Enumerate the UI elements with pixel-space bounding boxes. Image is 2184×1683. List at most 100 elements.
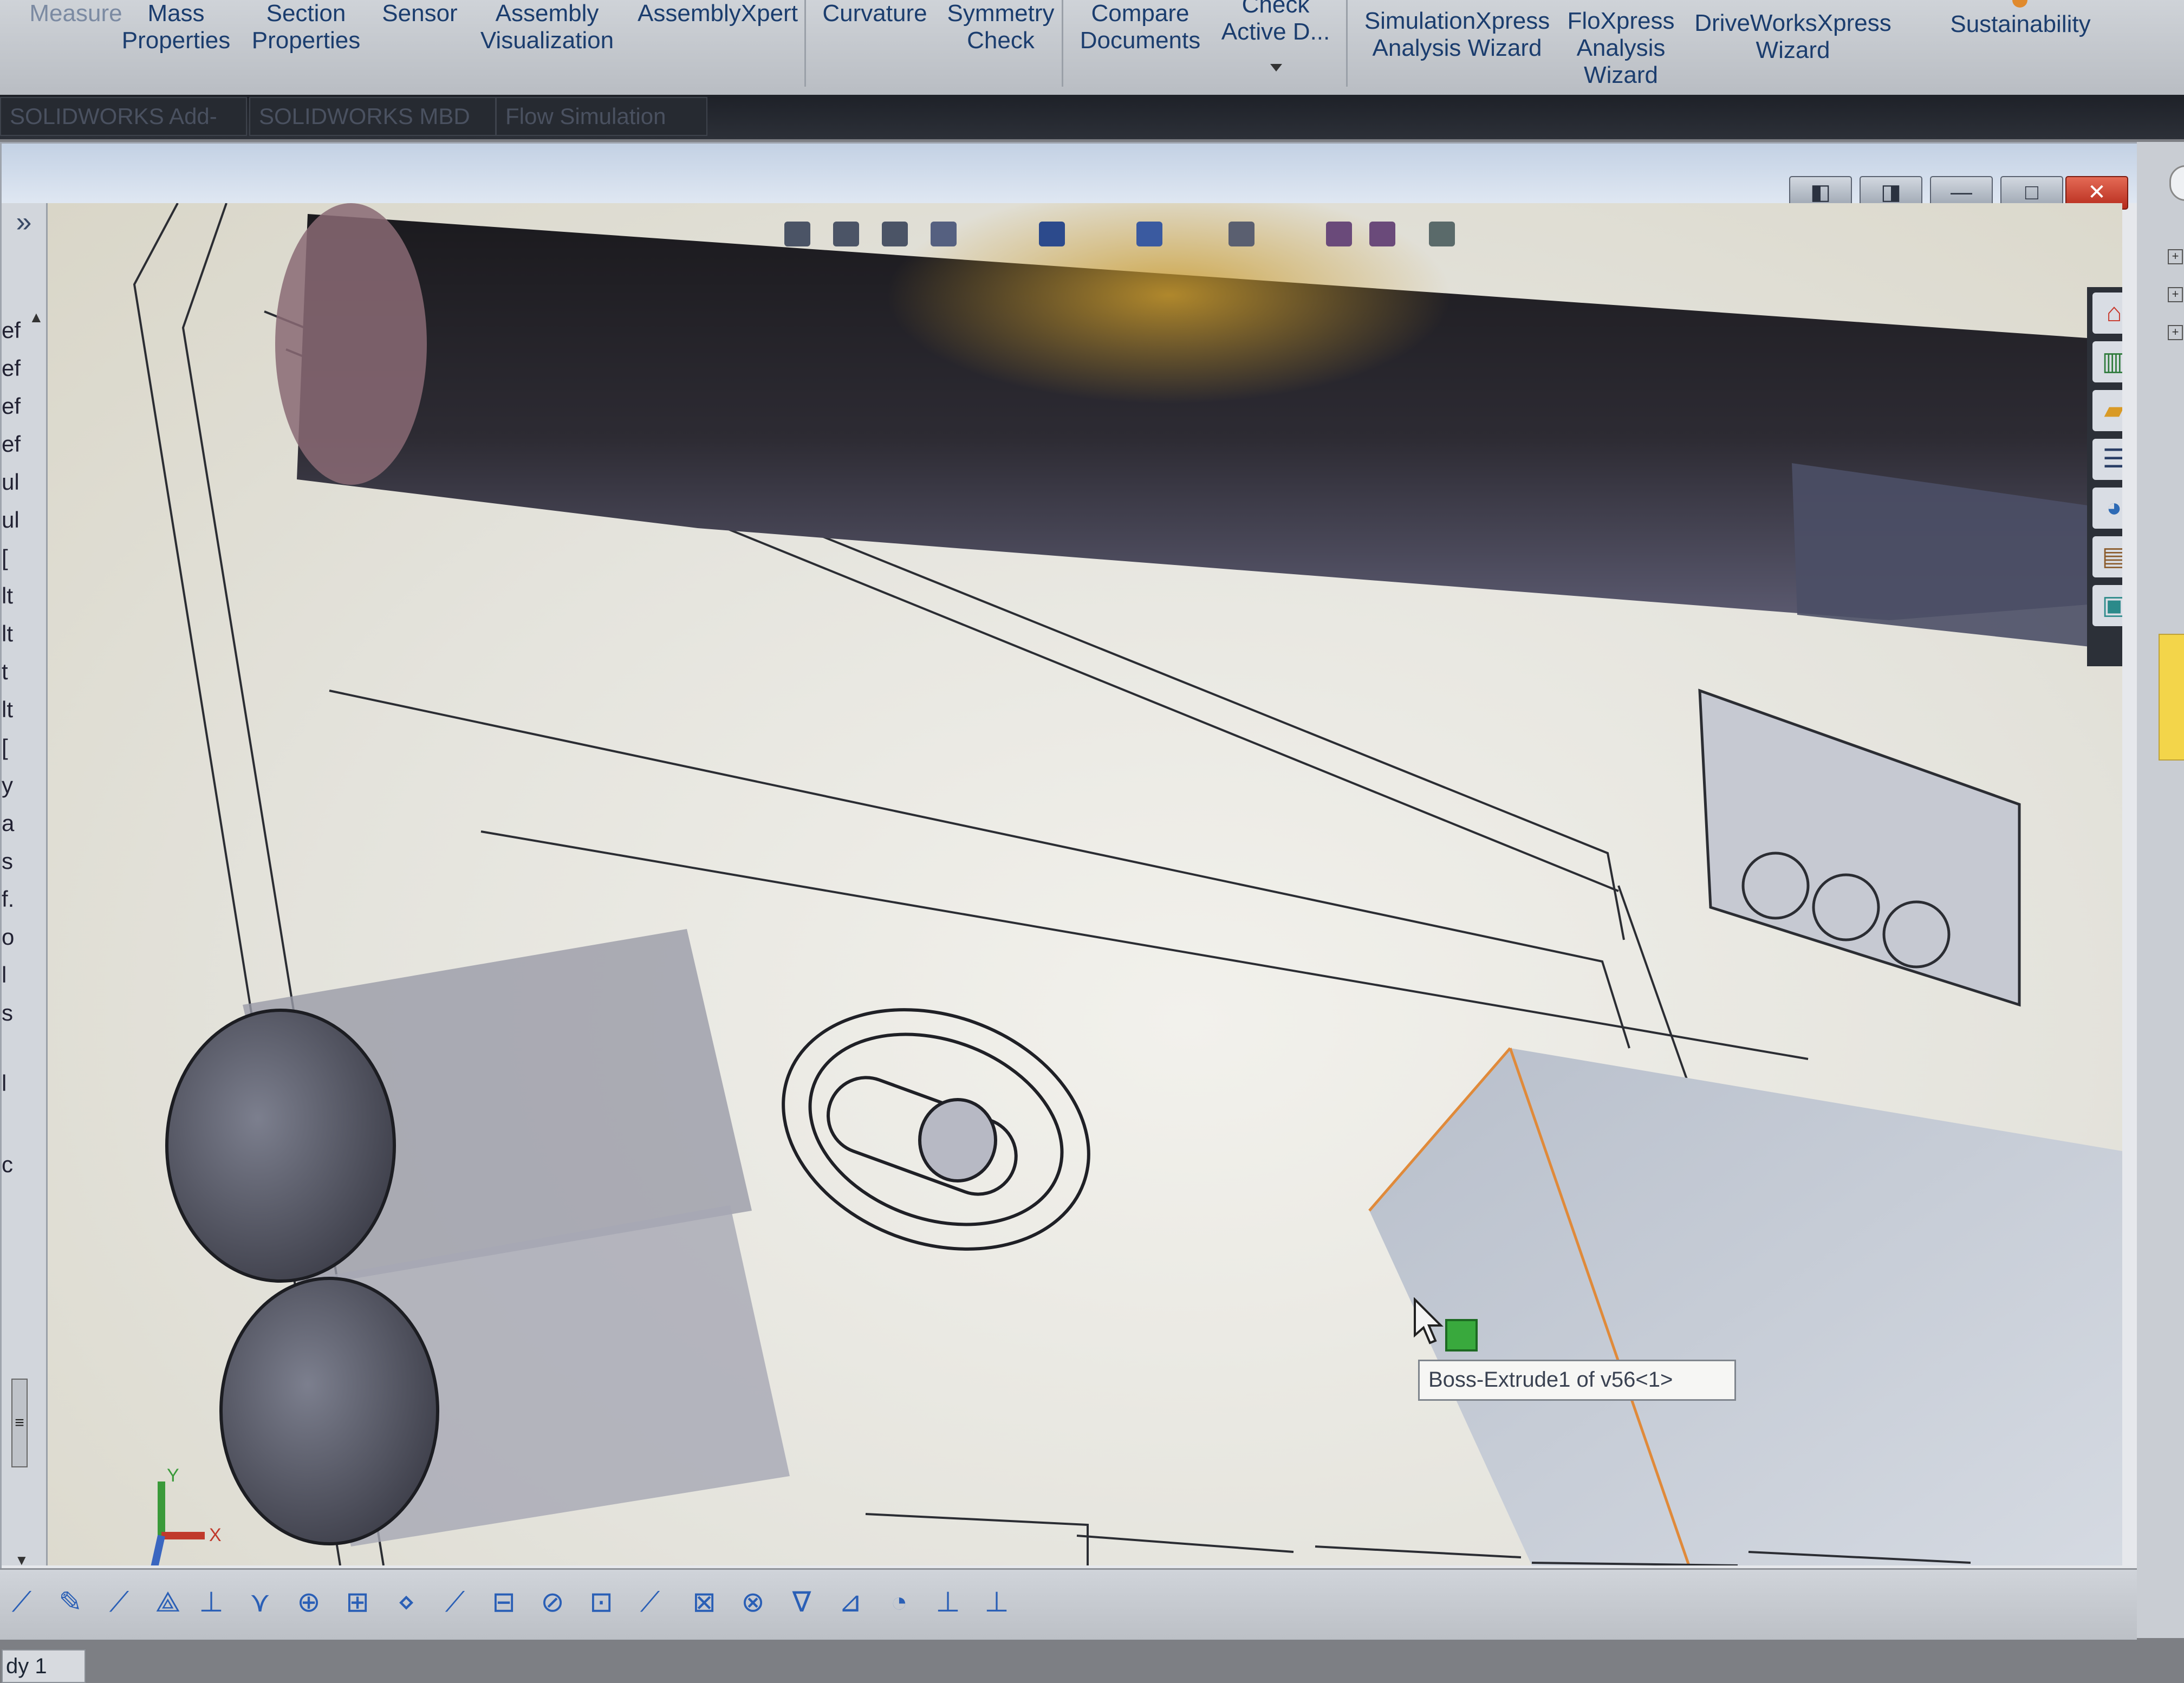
tree-item[interactable]: y [2,766,23,804]
view-orientation-icon[interactable] [1039,222,1065,246]
tool-icon[interactable]: ⊟ [487,1586,520,1619]
tool-icon[interactable]: ⊡ [585,1586,618,1619]
tab-flow-simulation[interactable]: Flow Simulation [496,97,707,136]
tree-item[interactable]: lt [2,577,23,615]
resources-icon[interactable]: ▥ [2092,341,2122,382]
tool-icon[interactable]: ⊠ [688,1586,720,1619]
feature-manager-panel: » ▲ ef ef ef ef ul ul [ lt lt t lt [ y a… [2,203,48,1568]
file-explorer-icon[interactable]: ☰ [2092,439,2122,480]
scroll-up-icon[interactable]: ▲ [29,309,44,326]
tree-item[interactable]: s [2,842,23,880]
tool-icon[interactable]: ⟋ [103,1586,135,1619]
selection-marker [1445,1319,1478,1351]
check-active-document-button[interactable]: Check Active D... [1213,0,1338,46]
tree-item[interactable]: f. [2,880,23,918]
scroll-down-icon[interactable]: ▼ [15,1552,29,1569]
tool-icon[interactable]: ⟋ [634,1586,666,1619]
expand-icon[interactable]: + [2168,325,2183,340]
driveworksxpress-button[interactable]: DriveWorksXpress Wizard [1685,10,1901,64]
tree-item[interactable]: o [2,918,23,956]
folder-icon[interactable]: ▰ [2092,390,2122,431]
previous-view-icon[interactable] [882,222,908,246]
tree-item[interactable]: l [2,1064,23,1102]
oval-slot-part[interactable] [750,969,1123,1290]
compare-documents-button[interactable]: Compare Documents [1070,0,1211,54]
display-style-icon[interactable] [1136,222,1162,246]
tree-item[interactable]: [ [2,539,23,577]
ribbon-separator [804,0,806,87]
tree-item[interactable]: a [2,804,23,842]
expand-icon[interactable]: + [2168,287,2183,302]
tree-item[interactable]: s [2,994,23,1032]
tool-icon[interactable]: ⊥ [932,1586,964,1619]
tree-item[interactable]: t [2,653,23,691]
command-manager-tabs: SOLIDWORKS Add-Ins SOLIDWORKS MBD Flow S… [0,95,2184,166]
plate-part[interactable] [1369,1048,2122,1565]
assemblyxpert-button[interactable]: AssemblyXpert [634,0,802,27]
reference-triad: Y X Z [151,1465,222,1565]
apply-scene-icon[interactable] [1369,222,1395,246]
section-view-icon[interactable] [931,222,957,246]
tool-icon[interactable]: ⟋ [5,1586,38,1619]
tab-solidworks-add-ins[interactable]: SOLIDWORKS Add-Ins [0,97,247,166]
tree-item[interactable]: ef [2,425,23,463]
measure-button[interactable]: Measure [27,0,125,27]
simulationxpress-button[interactable]: SimulationXpress Analysis Wizard [1354,8,1560,62]
tree-item[interactable]: ef [2,311,23,349]
ribbon-separator [1062,0,1063,87]
tool-icon[interactable]: ⊞ [341,1586,374,1619]
tool-icon[interactable]: ∇ [785,1586,818,1619]
tool-icon[interactable]: ⋎ [244,1586,276,1619]
sustainability-icon [2012,0,2027,8]
sensor-button[interactable]: Sensor [374,0,466,27]
tool-icon[interactable]: ⊗ [737,1586,769,1619]
home-icon[interactable]: ⌂ [2092,293,2122,334]
tool-icon[interactable]: ✎ [54,1586,87,1619]
zoom-to-area-icon[interactable] [833,222,859,246]
symmetry-check-button[interactable]: Symmetry Check [942,0,1059,54]
edit-appearance-icon[interactable] [1326,222,1352,246]
sustainability-button[interactable]: Sustainability [1928,11,2112,38]
tab-solidworks-mbd[interactable]: SOLIDWORKS MBD [249,97,496,136]
view-palette-icon[interactable]: ◕ [2092,488,2122,529]
view-settings-icon[interactable] [1429,222,1455,246]
assembly-visualization-button[interactable]: Assembly Visualization [471,0,623,54]
tool-icon[interactable]: ⊥ [980,1586,1013,1619]
model-tab[interactable]: dy 1 [2,1649,86,1683]
tree-item[interactable]: ef [2,387,23,425]
ribbon-separator [1346,0,1348,87]
tool-icon[interactable]: ⊘ [536,1586,569,1619]
tree-item[interactable]: [ [2,729,23,766]
tool-icon[interactable]: ⟋ [439,1586,471,1619]
tool-icon[interactable]: ⊿ [834,1586,867,1619]
zoom-to-fit-icon[interactable] [784,222,810,246]
tree-item[interactable]: lt [2,615,23,653]
tool-icon[interactable]: ⟁ [152,1586,184,1619]
tree-item[interactable]: ef [2,349,23,387]
expand-panel-icon[interactable]: » [2,203,46,241]
tree-item[interactable]: ul [2,463,23,501]
custom-properties-icon[interactable]: ▣ [2092,585,2122,626]
tool-icon[interactable]: ⊥ [195,1586,227,1619]
highlight-tab[interactable] [2159,634,2184,761]
tool-icon[interactable]: ◔ [883,1586,915,1619]
tree-item[interactable]: c [2,1146,23,1184]
hide-show-items-icon[interactable] [1228,222,1254,246]
appearances-icon[interactable]: ▤ [2092,536,2122,577]
mouse-pointer-icon [1414,1297,1444,1344]
graphics-area[interactable]: ⌂ ▥ ▰ ☰ ◕ ▤ ▣ Boss-Extrude1 of v56<1> Y … [48,203,2122,1565]
triad-y-label: Y [167,1465,179,1486]
curvature-button[interactable]: Curvature [815,0,934,27]
floxpress-button[interactable]: FloXpress Analysis Wizard [1560,8,1682,89]
mass-properties-button[interactable]: Mass Properties [114,0,238,54]
tool-icon[interactable]: ⊕ [292,1586,325,1619]
dropdown-arrow-icon[interactable] [1270,64,1282,72]
panel-splitter-handle[interactable]: ≡ [11,1379,28,1467]
tool-icon[interactable]: ⋄ [390,1586,422,1619]
section-properties-button[interactable]: Section Properties [244,0,368,54]
tree-item[interactable]: ul [2,501,23,539]
tree-item[interactable]: lt [2,691,23,729]
tree-item[interactable]: l [2,956,23,994]
expand-icon[interactable]: + [2168,249,2183,264]
assembly-model-view[interactable] [48,203,2122,1565]
